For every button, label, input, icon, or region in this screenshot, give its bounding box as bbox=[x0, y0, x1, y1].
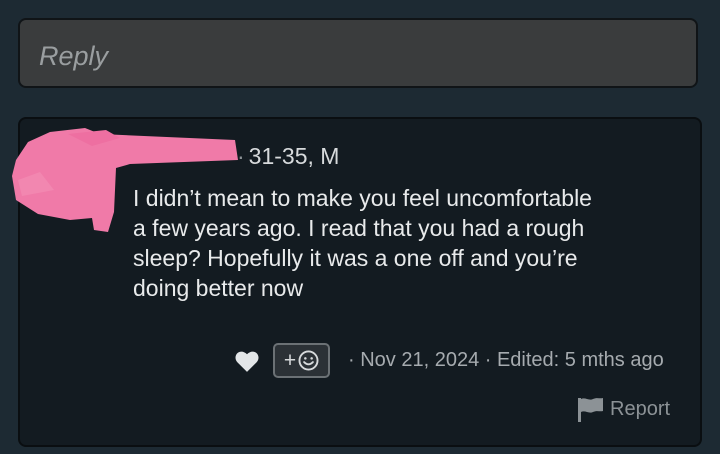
meta-separator: · bbox=[237, 143, 245, 169]
author-meta: · 31-35, M bbox=[237, 143, 339, 169]
add-reaction-plus: + bbox=[283, 349, 297, 372]
report-button[interactable]: Report bbox=[576, 395, 670, 423]
comment-line: I didn’t mean to make you feel uncomfort… bbox=[133, 185, 592, 211]
reply-input[interactable]: Reply bbox=[18, 18, 698, 88]
comment-line: sleep? Hopefully it was a one off and yo… bbox=[133, 245, 578, 271]
smiley-icon bbox=[298, 350, 319, 371]
flag-icon bbox=[578, 398, 603, 422]
reply-placeholder: Reply bbox=[39, 41, 109, 71]
report-label: Report bbox=[610, 397, 671, 420]
comment-line: doing better now bbox=[133, 275, 304, 301]
comment-line: a few years ago. I read that you had a r… bbox=[133, 215, 585, 241]
comment-text: I didn’t mean to make you feel uncomfort… bbox=[133, 183, 683, 303]
comment-timestamp: · Nov 21, 2024 · Edited: 5 mths ago bbox=[348, 349, 664, 371]
add-reaction-button[interactable]: + bbox=[273, 343, 330, 378]
heart-icon[interactable] bbox=[234, 349, 260, 373]
author-age-gender: 31-35, M bbox=[248, 143, 340, 169]
